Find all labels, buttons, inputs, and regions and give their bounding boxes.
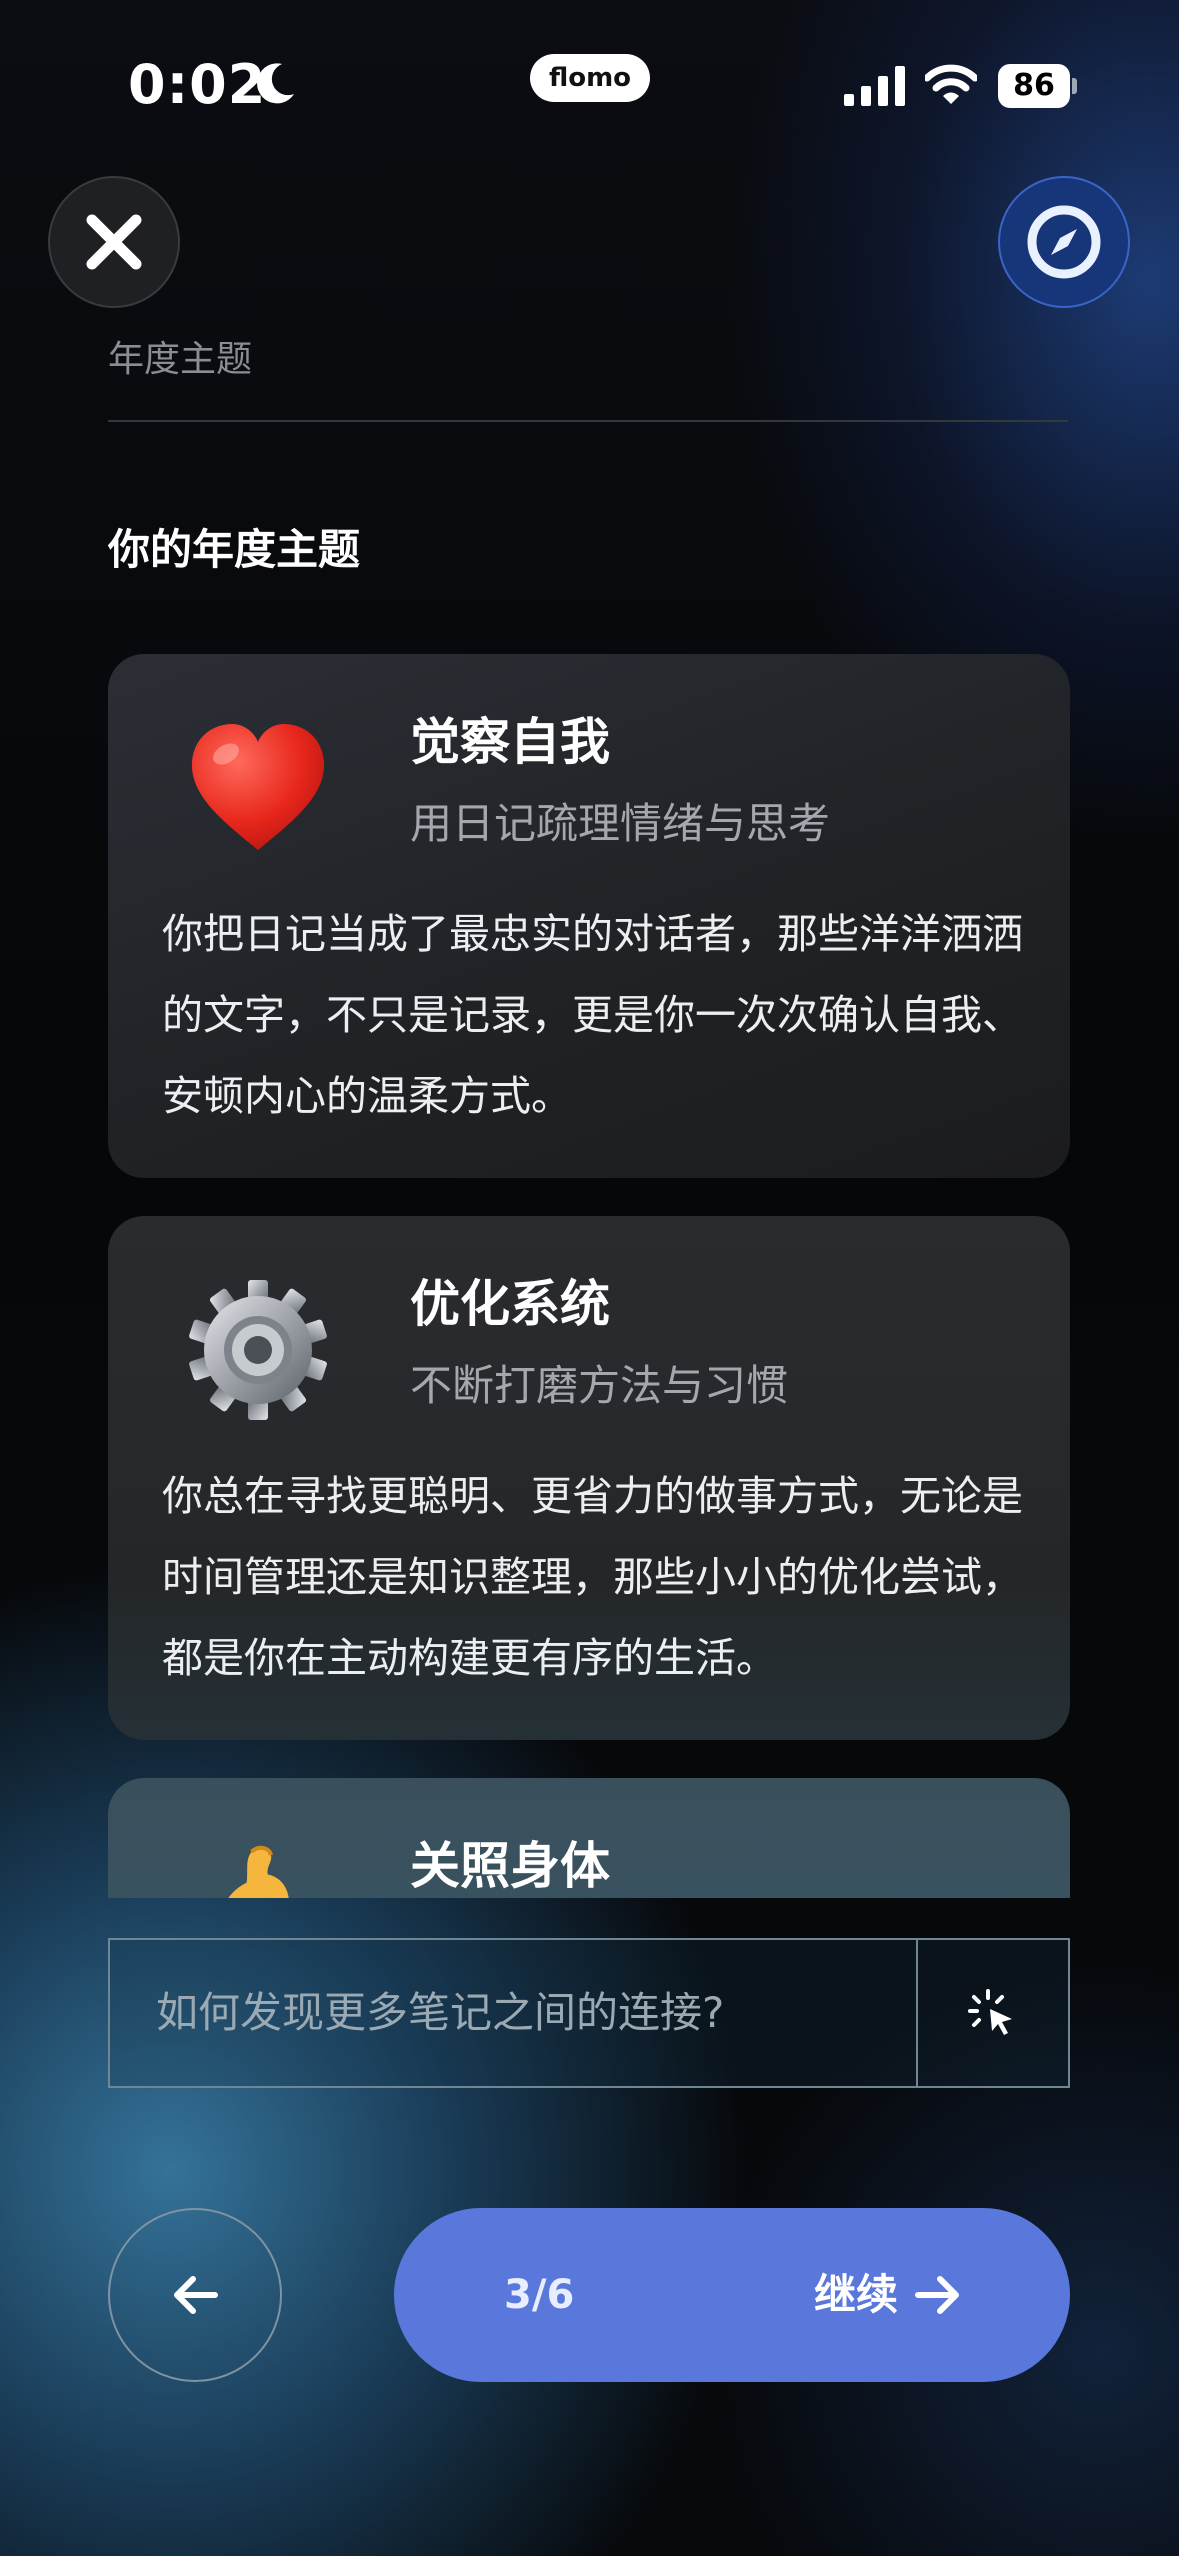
progress-indicator: 3/6	[504, 2272, 575, 2318]
continue-label: 继续	[814, 2270, 899, 2319]
card-body: 你把日记当成了最忠实的对话者，那些洋洋洒洒的文字，不只是记录，更是你一次次确认自…	[162, 910, 1023, 1120]
section-label: 年度主题	[108, 339, 253, 380]
ask-submit-button[interactable]	[918, 1940, 1070, 2086]
theme-card: 关照身体	[108, 1778, 1070, 1898]
sparkle-cursor-icon	[968, 1989, 1012, 2035]
close-button[interactable]	[48, 176, 180, 308]
wifi-icon	[925, 64, 977, 104]
app-pill: flomo	[530, 54, 650, 102]
battery-level: 86	[998, 64, 1070, 108]
page-title: 你的年度主题	[108, 525, 361, 574]
heart-icon	[191, 724, 325, 850]
compass-icon	[1027, 205, 1101, 279]
gear-icon	[189, 1280, 327, 1420]
continue-button[interactable]: 3/6 继续	[394, 2208, 1070, 2382]
flexed-bicep-icon	[228, 1845, 289, 1898]
theme-card: 觉察自我 用日记疏理情绪与思考 你把日记当成了最忠实的对话者，那些洋洋洒洒的文字…	[108, 654, 1070, 1178]
back-button[interactable]	[108, 2208, 282, 2382]
battery-tip	[1072, 78, 1077, 94]
battery-icon: 86	[998, 64, 1078, 108]
theme-card: 优化系统 不断打磨方法与习惯 你总在寻找更聪明、更省力的做事方式，无论是时间管理…	[108, 1216, 1070, 1740]
close-icon	[86, 214, 142, 270]
card-subtitle: 用日记疏理情绪与思考	[410, 799, 831, 848]
card-title: 觉察自我	[410, 713, 610, 771]
arrow-left-icon	[174, 2276, 218, 2314]
signal-icon	[844, 66, 905, 106]
arrow-right-icon	[915, 2276, 959, 2314]
card-subtitle: 不断打磨方法与习惯	[410, 1361, 789, 1410]
ask-input[interactable]: 如何发现更多笔记之间的连接?	[108, 1938, 1070, 2088]
divider	[108, 420, 1068, 422]
moon-icon	[257, 63, 294, 104]
compass-button[interactable]	[998, 176, 1130, 308]
card-title: 关照身体	[410, 1837, 610, 1895]
status-time: 0:02	[128, 53, 267, 116]
card-body: 你总在寻找更聪明、更省力的做事方式，无论是时间管理还是知识整理，那些小小的优化尝…	[162, 1472, 1023, 1682]
ask-placeholder[interactable]: 如何发现更多笔记之间的连接?	[156, 1940, 724, 2086]
card-title: 优化系统	[410, 1275, 610, 1333]
